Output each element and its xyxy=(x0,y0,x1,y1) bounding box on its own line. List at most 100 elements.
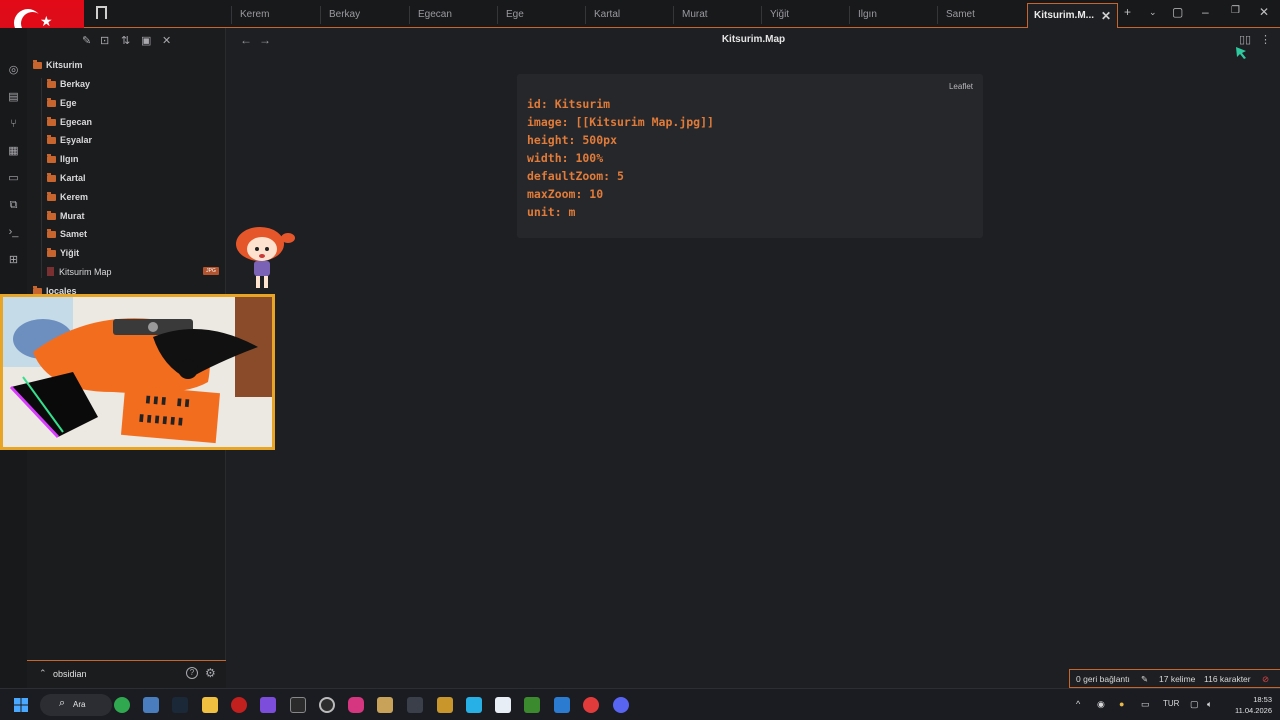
folder-item[interactable]: Egecan xyxy=(47,114,92,130)
folder-label: Kartal xyxy=(60,173,86,183)
monitor-icon[interactable]: ▢ xyxy=(1190,699,1199,710)
tab-samet[interactable]: Samet xyxy=(937,6,1027,24)
cursor-icon xyxy=(1236,47,1246,59)
tab-kartal[interactable]: Kartal xyxy=(585,6,673,24)
folder-item[interactable]: Murat xyxy=(47,208,85,224)
opera-icon[interactable] xyxy=(231,697,247,713)
gear-icon[interactable]: ⚙ xyxy=(205,666,216,680)
folder-item[interactable]: Eşyalar xyxy=(47,132,92,148)
tab-kitsurim-map[interactable]: Kitsurim.M... ✕ xyxy=(1027,3,1118,28)
tab-yigit[interactable]: Yiğit xyxy=(761,6,849,24)
stream-overlay: ▮▮▮ ▮▮ ▮▮▮▮▮▮ xyxy=(0,294,275,450)
new-tab-icon[interactable]: + xyxy=(1124,5,1131,19)
tab-ege[interactable]: Ege xyxy=(497,6,585,24)
sidebar-toggle-icon[interactable]: ▢ xyxy=(1172,5,1183,19)
pencil-icon[interactable]: ✎ xyxy=(1141,674,1148,685)
tray-chevron-icon[interactable]: ^ xyxy=(1076,699,1080,709)
app-icon[interactable] xyxy=(407,697,423,713)
tab-label: Yiğit xyxy=(770,9,790,20)
folder-item[interactable]: Ilgın xyxy=(47,151,79,167)
sync-off-icon[interactable]: ⊘ xyxy=(1262,674,1269,685)
volume-icon[interactable]: 🔈︎ xyxy=(1207,699,1212,710)
file-explorer-icon[interactable] xyxy=(202,697,218,713)
keyboard-icon[interactable]: ▭ xyxy=(1141,699,1150,710)
terminal-icon[interactable]: ›_ xyxy=(7,226,20,239)
folder-label: Kerem xyxy=(60,192,89,202)
bookmark-icon[interactable] xyxy=(96,6,107,24)
window-close-icon[interactable]: ✕ xyxy=(1259,5,1269,19)
obsidian-icon[interactable] xyxy=(260,697,276,713)
chevron-updown-icon[interactable]: ⌃ xyxy=(39,668,47,679)
folder-item[interactable]: Yiğit xyxy=(47,245,79,261)
close-panel-icon[interactable]: ✕ xyxy=(162,34,171,47)
app-icon[interactable] xyxy=(377,697,393,713)
xbox-icon[interactable] xyxy=(114,697,130,713)
chevron-down-icon[interactable]: ⌄ xyxy=(1149,7,1157,18)
char-count: 116 karakter xyxy=(1204,674,1251,684)
grid-icon[interactable]: ▦ xyxy=(7,145,20,158)
folder-item[interactable]: Samet xyxy=(47,226,87,242)
system-clock[interactable]: 18:53 11.04.2026 xyxy=(1226,694,1272,716)
taskbar-search[interactable]: ⌕ Ara xyxy=(40,694,112,716)
app-icon[interactable] xyxy=(583,697,599,713)
instagram-icon[interactable] xyxy=(348,697,364,713)
code-line: height: 500px xyxy=(527,133,618,147)
code-language-label: Leaflet xyxy=(948,82,973,91)
folder-item[interactable]: Kartal xyxy=(47,170,86,186)
folder-icon xyxy=(47,248,56,257)
app-icon[interactable] xyxy=(554,697,570,713)
folder-label: Ege xyxy=(60,98,77,108)
file-icon[interactable]: ▤ xyxy=(7,91,20,104)
windows-start-icon[interactable] xyxy=(13,697,29,713)
search-icon: ⌕ xyxy=(59,697,66,709)
maximize-icon[interactable]: ❐ xyxy=(1231,5,1240,16)
riot-icon[interactable] xyxy=(437,697,453,713)
tab-kerem[interactable]: Kerem xyxy=(231,6,320,24)
more-options-icon[interactable]: ⋮ xyxy=(1260,33,1271,46)
minecraft-icon[interactable] xyxy=(524,697,540,713)
collapse-icon[interactable]: ▣ xyxy=(141,34,151,47)
tab-ilgin[interactable]: Ilgın xyxy=(849,6,937,24)
folder-label: Egecan xyxy=(60,117,93,127)
calendar-icon[interactable]: ▭ xyxy=(7,172,20,185)
task-view-icon[interactable] xyxy=(143,697,159,713)
sort-icon[interactable]: ⇅ xyxy=(121,34,130,47)
file-item-kitsurim-map[interactable]: Kitsurim Map JPG xyxy=(47,264,225,280)
tray-app-icon[interactable]: ◉ xyxy=(1097,699,1105,710)
map-pin-icon[interactable]: ◎ xyxy=(7,64,20,77)
tab-egecan[interactable]: Egecan xyxy=(409,6,497,24)
app-icon[interactable] xyxy=(495,697,511,713)
new-note-icon[interactable]: ✎ xyxy=(82,34,91,47)
minimize-icon[interactable]: – xyxy=(1202,5,1209,19)
language-indicator[interactable]: TUR xyxy=(1163,699,1179,708)
folder-label: Murat xyxy=(60,211,85,221)
tab-murat[interactable]: Murat xyxy=(673,6,761,24)
tray-app-icon[interactable]: ● xyxy=(1119,699,1124,709)
folder-root[interactable]: Kitsurim xyxy=(33,57,83,73)
folder-item[interactable]: Ege xyxy=(47,95,77,111)
tab-berkay[interactable]: Berkay xyxy=(320,6,409,24)
windows-taskbar: ⌕ Ara ^ ◉ ● ▭ TUR ▢ 🔈︎ 18:53 11.04.2026 xyxy=(0,688,1280,720)
app-icon[interactable] xyxy=(466,697,482,713)
discord-icon[interactable] xyxy=(613,697,629,713)
file-label: Kitsurim Map xyxy=(59,267,112,277)
epic-games-icon[interactable] xyxy=(290,697,306,713)
new-folder-icon[interactable]: ⊡ xyxy=(100,34,109,47)
obs-icon[interactable] xyxy=(319,697,335,713)
apps-icon[interactable]: ⊞ xyxy=(7,254,20,267)
backlinks-count[interactable]: 0 geri bağlantı xyxy=(1076,674,1130,684)
tab-label: Samet xyxy=(946,9,975,20)
help-icon[interactable]: ? xyxy=(186,667,198,679)
folder-icon xyxy=(47,117,56,126)
folder-item[interactable]: Berkay xyxy=(47,76,90,92)
leaflet-code-block[interactable]: Leaflet id: Kitsurim image: [[Kitsurim M… xyxy=(517,74,983,238)
folder-label: Berkay xyxy=(60,79,91,89)
copy-icon[interactable]: ⧉ xyxy=(7,199,20,212)
graph-icon[interactable]: ⑂ xyxy=(7,118,20,131)
close-icon[interactable]: ✕ xyxy=(1101,4,1111,28)
vault-switcher[interactable]: ⌃ obsidian ? ⚙ xyxy=(27,660,226,688)
steam-icon[interactable] xyxy=(172,697,188,713)
folder-icon xyxy=(47,98,56,107)
page-title: Kitsurim.Map xyxy=(721,34,786,45)
folder-item[interactable]: Kerem xyxy=(47,189,88,205)
